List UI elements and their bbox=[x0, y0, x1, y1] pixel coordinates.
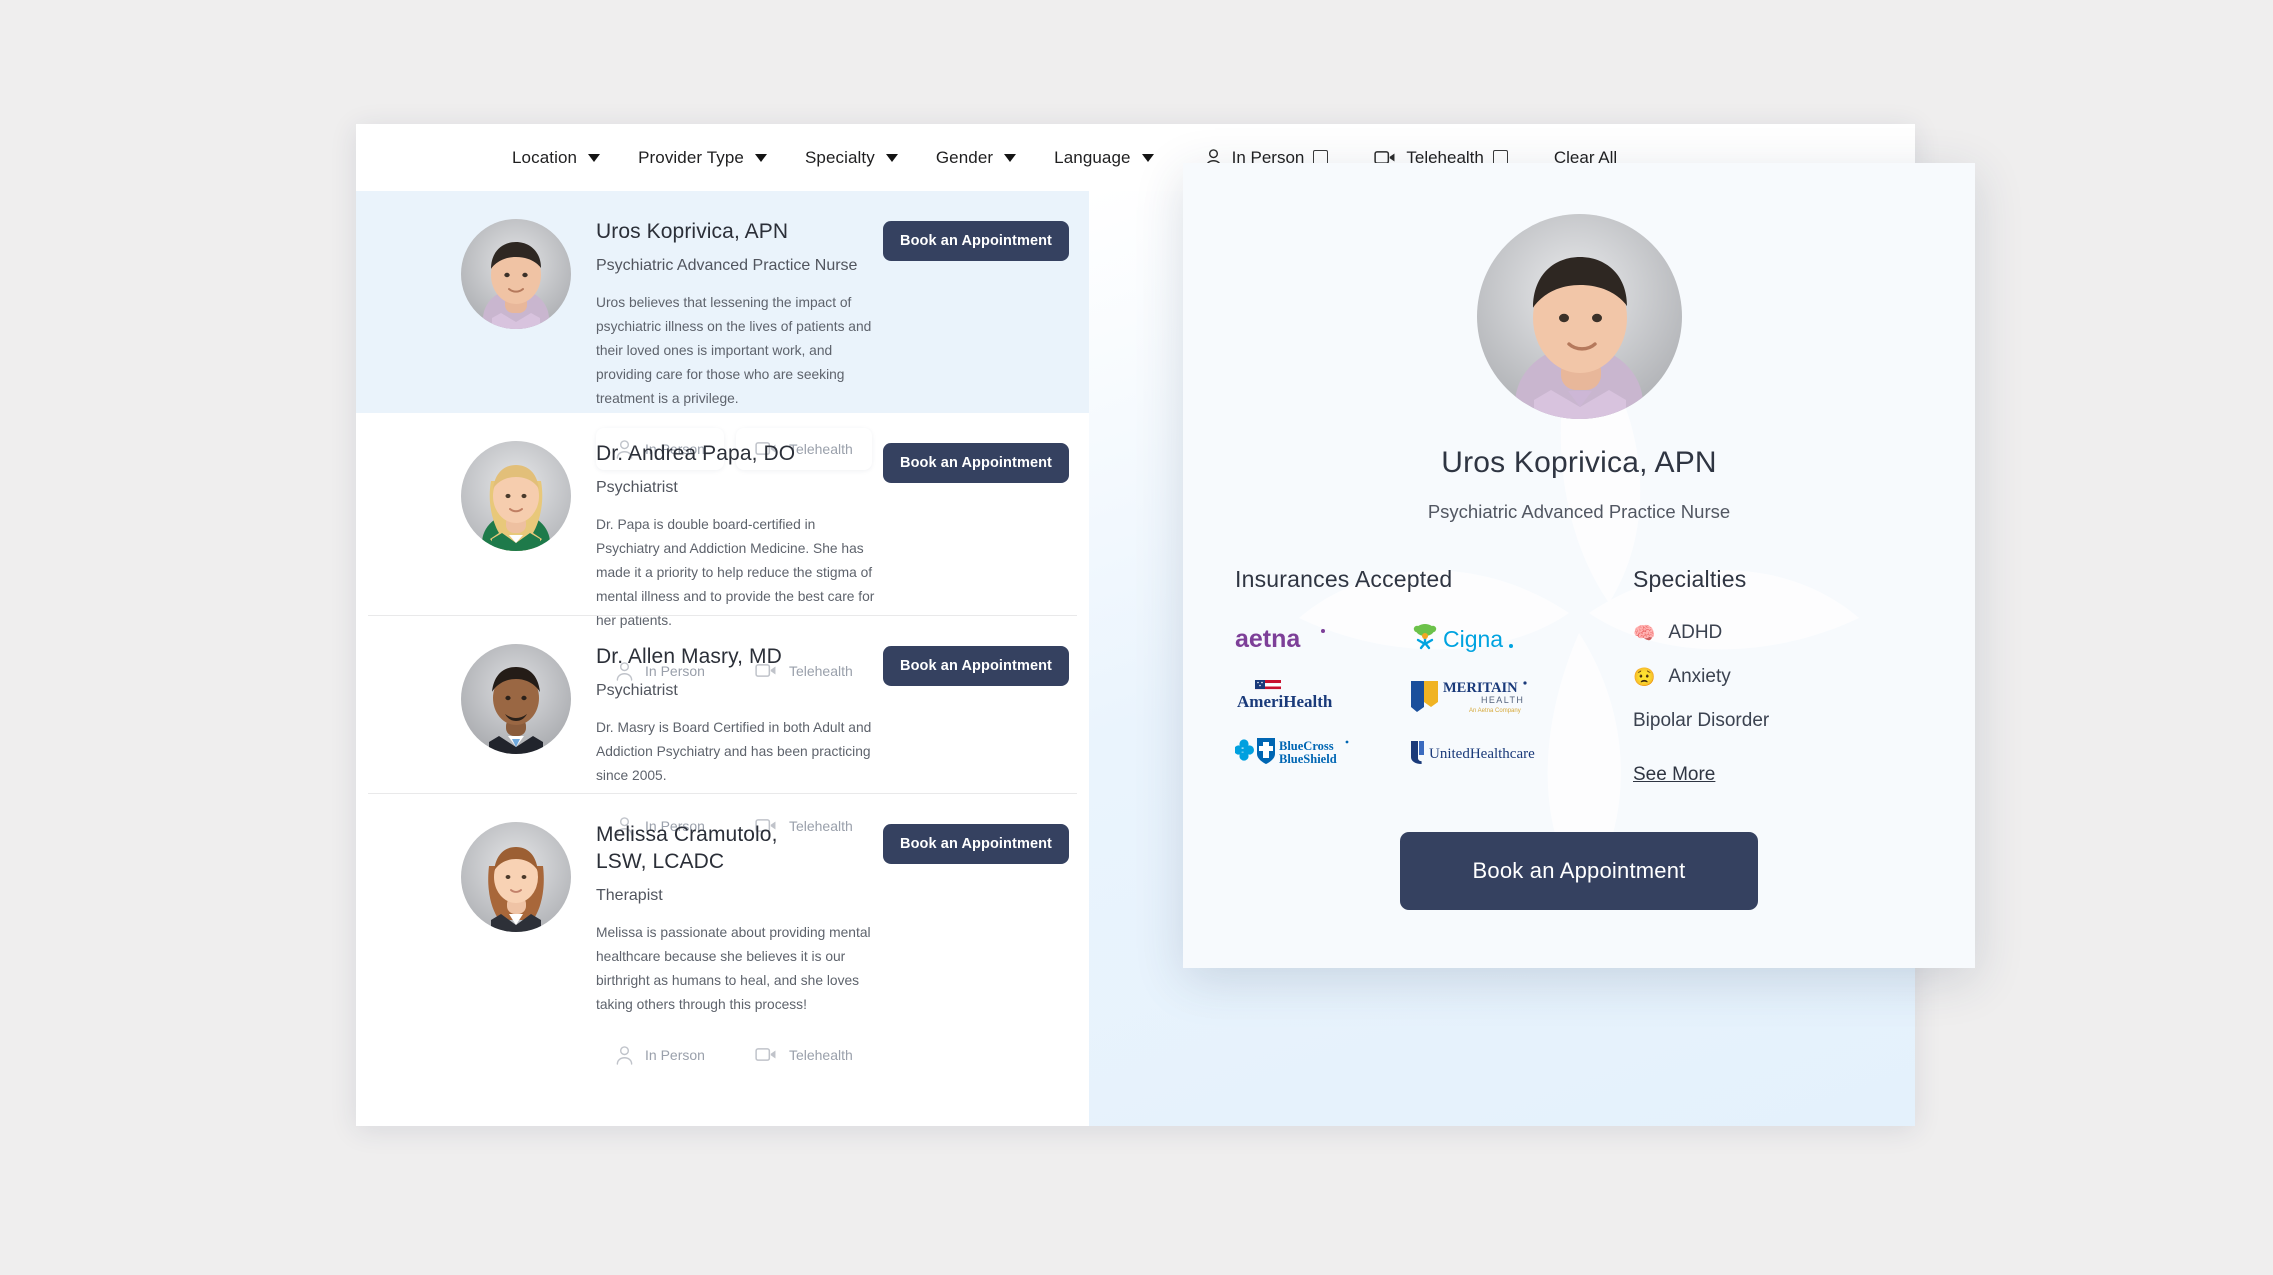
provider-name: Melissa Cramutolo, LSW, LCADC bbox=[596, 823, 778, 873]
avatar bbox=[461, 441, 571, 551]
avatar bbox=[461, 219, 571, 329]
provider-detail-panel: Uros Koprivica, APN Psychiatric Advanced… bbox=[1183, 163, 1975, 968]
provider-title: Therapist bbox=[596, 886, 663, 904]
provider-card[interactable]: Uros Koprivica, APN Psychiatric Advanced… bbox=[356, 191, 1089, 470]
book-appointment-button[interactable]: Book an Appointment bbox=[883, 443, 1069, 483]
avatar bbox=[461, 644, 571, 754]
specialty-item-anxiety: 😟 Anxiety bbox=[1633, 666, 1923, 688]
amerihealth-logo: AmeriHealth bbox=[1235, 675, 1385, 715]
specialty-item-adhd: 🧠 ADHD bbox=[1633, 622, 1923, 644]
see-more-link[interactable]: See More bbox=[1633, 764, 1715, 786]
chevron-down-icon bbox=[885, 153, 898, 162]
svg-text:UnitedHealthcare: UnitedHealthcare bbox=[1429, 746, 1535, 762]
filter-dropdown-specialty[interactable]: Specialty bbox=[805, 148, 898, 168]
filter-label: Language bbox=[1054, 147, 1131, 167]
insurance-logo-grid: aetna Cigna AmeriHealth MERITAIN HEALTH … bbox=[1235, 619, 1575, 771]
provider-bio: Uros believes that lessening the impact … bbox=[596, 294, 872, 406]
unitedhealthcare-logo: UnitedHealthcare bbox=[1407, 731, 1557, 771]
provider-card[interactable]: Melissa Cramutolo, LSW, LCADC Therapist … bbox=[356, 794, 1089, 1065]
meritain-health-logo: MERITAIN HEALTH An Aetna Company bbox=[1407, 675, 1557, 715]
mode-label: Telehealth bbox=[788, 1046, 853, 1063]
detail-provider-title: Psychiatric Advanced Practice Nurse bbox=[1427, 501, 1731, 522]
provider-bio: Dr. Papa is double board-certified in Ps… bbox=[596, 516, 875, 628]
provider-modes: In Person Telehealth bbox=[596, 1034, 1069, 1076]
provider-card-body: Melissa Cramutolo, LSW, LCADC Therapist … bbox=[596, 822, 1089, 1076]
specialty-list: 🧠 ADHD 😟 Anxiety Bipolar Disorder bbox=[1633, 622, 1923, 732]
worried-face-icon: 😟 bbox=[1633, 667, 1656, 687]
provider-card[interactable]: Dr. Allen Masry, MD Psychiatrist Book an… bbox=[356, 616, 1089, 836]
filter-dropdown-provider-type[interactable]: Provider Type bbox=[638, 148, 767, 168]
svg-text:HEALTH: HEALTH bbox=[1481, 695, 1524, 705]
provider-name: Dr. Andrea Papa, DO bbox=[596, 442, 796, 465]
mode-label: In Person bbox=[645, 1046, 705, 1063]
provider-title: Psychiatric Advanced Practice Nurse bbox=[596, 256, 858, 274]
chevron-down-icon bbox=[754, 153, 767, 162]
detail-avatar bbox=[1476, 214, 1682, 419]
provider-title: Psychiatrist bbox=[596, 478, 678, 496]
svg-text:An Aetna Company: An Aetna Company bbox=[1469, 708, 1521, 714]
detail-provider-name: Uros Koprivica, APN bbox=[1441, 446, 1717, 479]
provider-title: Psychiatrist bbox=[596, 681, 678, 699]
person-icon bbox=[616, 1046, 633, 1065]
specialty-label: Anxiety bbox=[1668, 666, 1731, 687]
specialty-item-bipolar-disorder: Bipolar Disorder bbox=[1633, 710, 1923, 732]
specialties-section: Specialties 🧠 ADHD 😟 Anxiety Bipolar Dis… bbox=[1575, 566, 1923, 786]
svg-text:MERITAIN: MERITAIN bbox=[1443, 680, 1518, 696]
svg-text:aetna: aetna bbox=[1235, 625, 1301, 653]
book-appointment-button[interactable]: Book an Appointment bbox=[1400, 832, 1758, 910]
cigna-logo: Cigna bbox=[1407, 619, 1557, 659]
chevron-down-icon bbox=[1004, 153, 1017, 162]
specialties-heading: Specialties bbox=[1633, 566, 1747, 592]
filter-label: Specialty bbox=[804, 147, 875, 167]
filter-dropdown-gender[interactable]: Gender bbox=[935, 147, 1017, 168]
filter-dropdown-location[interactable]: Location bbox=[512, 147, 601, 168]
filter-dropdown-language[interactable]: Language bbox=[1054, 147, 1154, 168]
detail-columns: Insurances Accepted aetna Cigna AmeriHea… bbox=[1183, 566, 1975, 786]
aetna-logo: aetna bbox=[1235, 619, 1385, 659]
avatar bbox=[461, 822, 571, 932]
chevron-down-icon bbox=[1141, 153, 1154, 162]
mode-pill-in-person[interactable]: In Person bbox=[596, 1034, 724, 1076]
book-appointment-button[interactable]: Book an Appointment bbox=[883, 646, 1069, 686]
svg-text:Cigna: Cigna bbox=[1443, 626, 1503, 652]
provider-bio: Melissa is passionate about providing me… bbox=[596, 924, 871, 1012]
book-appointment-button[interactable]: Book an Appointment bbox=[883, 221, 1069, 261]
provider-name: Dr. Allen Masry, MD bbox=[596, 645, 782, 668]
specialty-label: ADHD bbox=[1668, 622, 1723, 643]
insurances-section: Insurances Accepted aetna Cigna AmeriHea… bbox=[1235, 566, 1575, 786]
filter-label: Provider Type bbox=[638, 147, 744, 167]
provider-card[interactable]: Dr. Andrea Papa, DO Psychiatrist Book an… bbox=[356, 413, 1089, 681]
brain-icon: 🧠 bbox=[1633, 623, 1656, 643]
specialty-label: Bipolar Disorder bbox=[1633, 710, 1770, 731]
book-appointment-button[interactable]: Book an Appointment bbox=[883, 824, 1069, 864]
bluecross-blueshield-logo: BlueCross BlueShield bbox=[1235, 731, 1385, 771]
mode-pill-telehealth[interactable]: Telehealth bbox=[736, 1034, 872, 1076]
filter-label: Gender bbox=[935, 147, 994, 167]
provider-name: Uros Koprivica, APN bbox=[596, 220, 789, 243]
chevron-down-icon bbox=[588, 153, 601, 162]
svg-text:BlueShield: BlueShield bbox=[1279, 752, 1337, 766]
filter-label: Location bbox=[512, 147, 578, 167]
svg-text:AmeriHealth: AmeriHealth bbox=[1237, 692, 1333, 711]
provider-bio: Dr. Masry is Board Certified in both Adu… bbox=[596, 719, 872, 783]
detail-panel-content: Uros Koprivica, APN Psychiatric Advanced… bbox=[1183, 214, 1975, 910]
insurances-heading: Insurances Accepted bbox=[1235, 566, 1453, 592]
video-camera-icon bbox=[755, 1048, 776, 1062]
svg-text:BlueCross: BlueCross bbox=[1279, 739, 1334, 753]
